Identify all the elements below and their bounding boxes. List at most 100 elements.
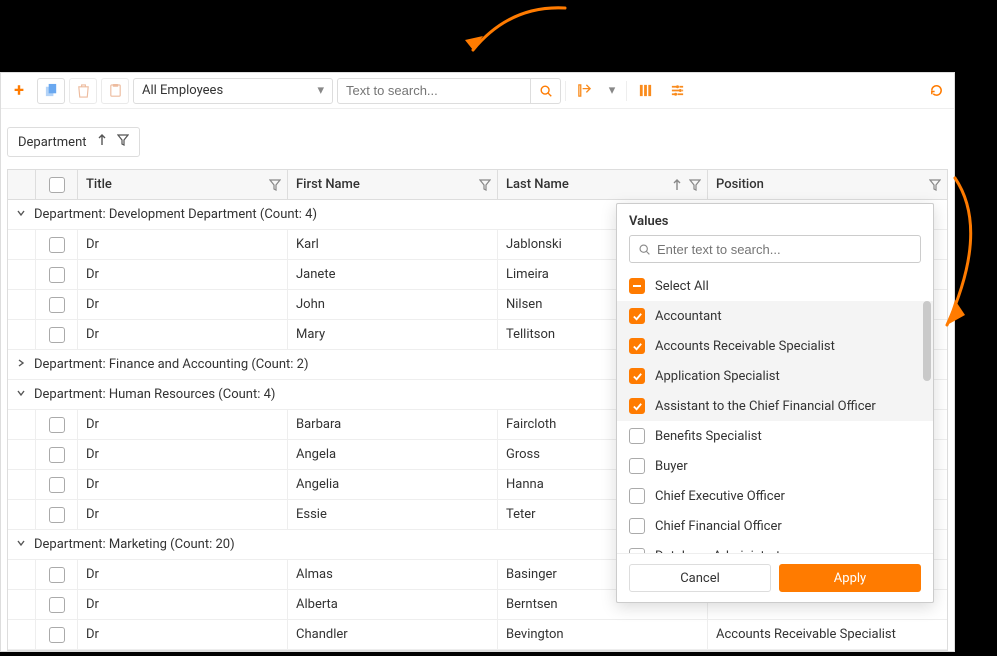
header-last-name[interactable]: Last Name bbox=[498, 170, 708, 199]
filter-icon[interactable] bbox=[117, 134, 129, 150]
header-title[interactable]: Title bbox=[78, 170, 288, 199]
cell-title: Dr bbox=[78, 560, 288, 589]
sort-asc-icon[interactable] bbox=[97, 134, 107, 150]
columns-button[interactable] bbox=[631, 78, 659, 104]
caret-down-icon: ▾ bbox=[317, 83, 324, 98]
group-label: Department: Marketing (Count: 20) bbox=[34, 537, 235, 552]
cell-expander bbox=[8, 500, 36, 529]
filter-value-item[interactable]: Application Specialist bbox=[617, 361, 933, 391]
row-checkbox[interactable] bbox=[49, 417, 65, 433]
scrollbar-thumb[interactable] bbox=[923, 301, 931, 381]
filter-select-all[interactable]: Select All bbox=[617, 271, 933, 301]
filter-value-item[interactable]: Accountant bbox=[617, 301, 933, 331]
checkbox[interactable] bbox=[629, 518, 645, 534]
filter-value-label: Assistant to the Chief Financial Officer bbox=[655, 399, 876, 414]
filter-value-label: Buyer bbox=[655, 459, 688, 474]
cell-title: Dr bbox=[78, 470, 288, 499]
cell-title: Dr bbox=[78, 320, 288, 349]
view-selector[interactable]: All Employees ▾ bbox=[133, 78, 333, 104]
search-input[interactable] bbox=[338, 83, 530, 98]
cell-first-name: Almas bbox=[288, 560, 498, 589]
filter-icon[interactable] bbox=[929, 179, 941, 191]
header-title-label: Title bbox=[86, 177, 112, 192]
grid-header: Title First Name Last Name Position bbox=[8, 170, 947, 200]
row-checkbox[interactable] bbox=[49, 447, 65, 463]
select-all-label: Select All bbox=[655, 279, 709, 294]
row-checkbox[interactable] bbox=[49, 627, 65, 643]
filter-value-label: Application Specialist bbox=[655, 369, 780, 384]
cell-check bbox=[36, 290, 78, 319]
filter-value-label: Chief Financial Officer bbox=[655, 519, 782, 534]
row-checkbox[interactable] bbox=[49, 477, 65, 493]
filter-value-item[interactable]: Database Administrator bbox=[617, 541, 933, 553]
toolbar: + All Employees ▾ ▾ bbox=[1, 73, 954, 109]
header-first-name[interactable]: First Name bbox=[288, 170, 498, 199]
cell-check bbox=[36, 230, 78, 259]
filter-icon[interactable] bbox=[479, 179, 491, 191]
row-checkbox[interactable] bbox=[49, 597, 65, 613]
filter-value-item[interactable]: Buyer bbox=[617, 451, 933, 481]
select-all-rows-checkbox[interactable] bbox=[49, 177, 65, 193]
header-position[interactable]: Position bbox=[708, 170, 947, 199]
filter-popup-footer: Cancel Apply bbox=[617, 553, 933, 602]
cell-check bbox=[36, 590, 78, 619]
table-row[interactable]: DrChandlerBevingtonAccounts Receivable S… bbox=[8, 620, 947, 650]
group-chip-department[interactable]: Department bbox=[7, 127, 140, 157]
checkbox[interactable] bbox=[629, 308, 645, 324]
cell-title: Dr bbox=[78, 590, 288, 619]
filter-value-item[interactable]: Benefits Specialist bbox=[617, 421, 933, 451]
filter-value-item[interactable]: Accounts Receivable Specialist bbox=[617, 331, 933, 361]
view-selector-label: All Employees bbox=[142, 83, 223, 98]
filter-popup-position: Values Select All AccountantAccounts Rec… bbox=[616, 203, 934, 603]
clipboard-button[interactable] bbox=[101, 78, 129, 104]
checkbox[interactable] bbox=[629, 428, 645, 444]
apply-button[interactable]: Apply bbox=[779, 564, 921, 592]
checkbox[interactable] bbox=[629, 338, 645, 354]
cell-check bbox=[36, 410, 78, 439]
checkbox[interactable] bbox=[629, 398, 645, 414]
delete-button[interactable] bbox=[69, 78, 97, 104]
row-checkbox[interactable] bbox=[49, 237, 65, 253]
new-button[interactable]: + bbox=[5, 78, 33, 104]
cell-first-name: John bbox=[288, 290, 498, 319]
filter-value-item[interactable]: Assistant to the Chief Financial Officer bbox=[617, 391, 933, 421]
checkbox[interactable] bbox=[629, 458, 645, 474]
cell-expander bbox=[8, 290, 36, 319]
row-checkbox[interactable] bbox=[49, 267, 65, 283]
cell-first-name: Chandler bbox=[288, 620, 498, 649]
row-checkbox[interactable] bbox=[49, 327, 65, 343]
filter-icon[interactable] bbox=[269, 179, 281, 191]
cell-check bbox=[36, 470, 78, 499]
sort-asc-icon[interactable] bbox=[671, 179, 683, 191]
copy-button[interactable] bbox=[37, 78, 65, 104]
cell-check bbox=[36, 260, 78, 289]
select-all-checkbox[interactable] bbox=[629, 278, 645, 294]
export-button[interactable] bbox=[570, 78, 598, 104]
row-checkbox[interactable] bbox=[49, 567, 65, 583]
export-dropdown[interactable]: ▾ bbox=[602, 78, 622, 104]
refresh-button[interactable] bbox=[922, 78, 950, 104]
cell-first-name: Alberta bbox=[288, 590, 498, 619]
filter-icon[interactable] bbox=[689, 179, 701, 191]
checkbox[interactable] bbox=[629, 368, 645, 384]
search-button[interactable] bbox=[530, 78, 560, 104]
cell-check bbox=[36, 320, 78, 349]
cell-first-name: Mary bbox=[288, 320, 498, 349]
cell-title: Dr bbox=[78, 440, 288, 469]
cancel-button[interactable]: Cancel bbox=[629, 564, 771, 592]
filter-search-input[interactable] bbox=[657, 242, 912, 257]
settings-button[interactable] bbox=[663, 78, 691, 104]
filter-value-item[interactable]: Chief Financial Officer bbox=[617, 511, 933, 541]
filter-value-item[interactable]: Chief Executive Officer bbox=[617, 481, 933, 511]
row-checkbox[interactable] bbox=[49, 297, 65, 313]
checkbox[interactable] bbox=[629, 488, 645, 504]
group-label: Department: Human Resources (Count: 4) bbox=[34, 387, 275, 402]
filter-value-label: Accounts Receivable Specialist bbox=[655, 339, 835, 354]
checkbox[interactable] bbox=[629, 548, 645, 553]
cell-expander bbox=[8, 440, 36, 469]
row-checkbox[interactable] bbox=[49, 507, 65, 523]
cell-title: Dr bbox=[78, 290, 288, 319]
chevron-down-icon bbox=[16, 207, 26, 222]
cell-expander bbox=[8, 620, 36, 649]
cell-expander bbox=[8, 410, 36, 439]
